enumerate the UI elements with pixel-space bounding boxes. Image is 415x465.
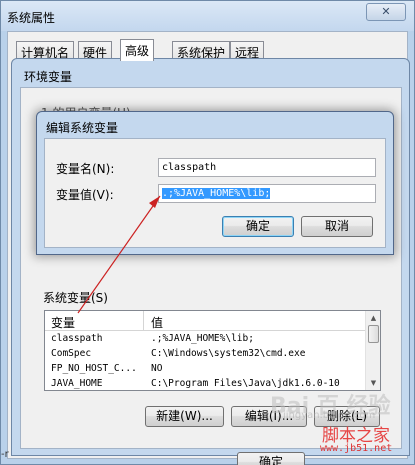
variable-name-text: classpath [162,162,217,173]
variable-value-input[interactable]: .;%JAVA_HOME%\lib; [158,184,376,203]
column-header-variable[interactable]: 变量 [51,314,75,331]
list-header: 变量 值 [45,311,366,331]
tab-advanced[interactable]: 高级 [120,39,155,61]
row-name: classpath [51,333,103,344]
system-variables-list[interactable]: 变量 值 classpath .;%JAVA_HOME%\lib; ComSpe… [44,310,381,391]
column-divider[interactable] [143,311,144,331]
system-variables-label: 系统变量(S) [43,291,108,305]
scroll-up-icon[interactable]: ▲ [366,311,380,325]
site-url-watermark: www.jb51.net [320,443,393,454]
table-row[interactable]: FP_NO_HOST_C... NO [45,362,366,377]
system-properties-titlebar: 系统属性 ✕ [1,1,414,31]
edit-dialog-client: 变量名(N): classpath 变量值(V): .;%JAVA_HOME%\… [44,138,386,248]
variable-name-label: 变量名(N): [56,162,115,176]
list-scrollbar[interactable]: ▲ ▼ [365,311,380,390]
clipped-text-fragment: -r [1,449,9,460]
variable-value-label: 变量值(V): [56,188,114,202]
row-name: ComSpec [51,348,92,359]
edit-system-variable-dialog: 编辑系统变量 变量名(N): classpath 变量值(V): .;%JAVA… [36,111,394,255]
scroll-thumb[interactable] [368,325,379,343]
row-value: NO [151,363,163,374]
baidu-url-watermark: jingyan.baidu.com [283,410,376,421]
edit-dialog-title: 编辑系统变量 [46,121,119,135]
table-row[interactable]: ComSpec C:\Windows\system32\cmd.exe [45,347,366,362]
variable-value-text: .;%JAVA_HOME%\lib; [162,188,271,199]
row-name: FP_NO_HOST_C... [51,363,137,374]
cancel-button[interactable]: 取消 [301,216,373,237]
env-ok-button[interactable]: 确定 [237,452,305,465]
row-name: JAVA_HOME [51,378,103,389]
close-icon[interactable]: ✕ [366,3,406,21]
variable-name-input[interactable]: classpath [158,158,376,177]
row-value: C:\Windows\system32\cmd.exe [151,348,306,359]
environment-variables-title: 环境变量 [24,70,73,84]
new-variable-button[interactable]: 新建(W)... [145,406,224,427]
column-header-value[interactable]: 值 [151,314,163,331]
list-rows: classpath .;%JAVA_HOME%\lib; ComSpec C:\… [45,332,366,390]
table-row[interactable]: classpath .;%JAVA_HOME%\lib; [45,332,366,347]
ok-button[interactable]: 确定 [222,216,294,237]
row-value: .;%JAVA_HOME%\lib; [151,333,254,344]
system-properties-title: 系统属性 [7,11,56,25]
